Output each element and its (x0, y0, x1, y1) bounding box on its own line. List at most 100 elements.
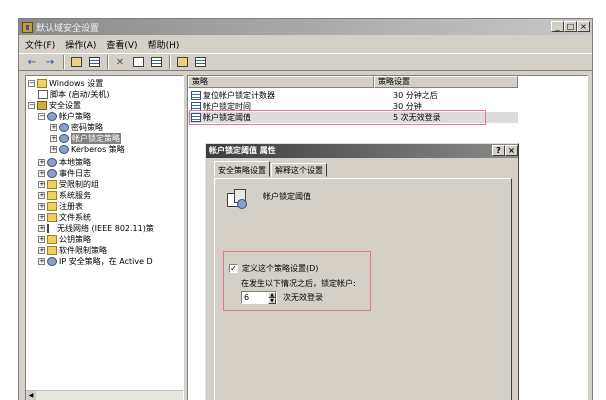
list-item[interactable]: 复位帐户锁定计数器 30 分钟之后 (188, 90, 518, 101)
dialog-help-button[interactable]: ? (492, 145, 505, 156)
policy-icon (47, 158, 57, 167)
expand-icon[interactable]: + (38, 225, 45, 232)
policy-icon (47, 257, 57, 266)
back-button[interactable]: ← (24, 55, 40, 69)
tree-item[interactable]: + 密码策略 (50, 122, 103, 133)
tree-item[interactable]: 脚本 (启动/关机) (38, 89, 109, 100)
menu-action[interactable]: 操作(A) (65, 38, 96, 51)
scroll-left-icon[interactable]: ◀ (26, 391, 36, 400)
toolbar-separator (107, 55, 109, 69)
folder-up-icon (70, 57, 82, 67)
menu-bar: 文件(F) 操作(A) 查看(V) 帮助(H) (19, 36, 592, 52)
view-button[interactable] (192, 55, 208, 69)
collapse-icon[interactable]: − (28, 102, 35, 109)
export-icon (150, 57, 162, 67)
properties-dialog: 帐户锁定阈值 属性 ? × 安全策略设置 解释这个设置 帐户锁定阈值 ✓ 定义这… (205, 143, 519, 400)
properties-button[interactable] (130, 55, 146, 69)
tree-item[interactable]: + 公钥策略 (38, 234, 91, 245)
security-settings-icon (22, 21, 33, 33)
toolbar: ← → ✕ (19, 53, 592, 71)
view-icon (194, 57, 206, 67)
tree-item[interactable]: − 安全设置 (28, 100, 81, 111)
policy-item-icon (191, 91, 201, 100)
expand-icon[interactable]: + (38, 247, 45, 254)
toolbar-separator (63, 55, 65, 69)
tree-item[interactable]: + 文件系统 (38, 212, 91, 223)
window-title: 默认域安全设置 (36, 23, 100, 34)
tree-horizontal-scrollbar[interactable]: ◀ (26, 390, 183, 400)
tree-item[interactable]: + 本地策略 (38, 157, 91, 168)
expand-icon[interactable]: + (50, 146, 57, 153)
folder-icon (37, 79, 47, 88)
expand-icon[interactable]: + (38, 192, 45, 199)
export-list-button[interactable] (148, 55, 164, 69)
folder-icon (47, 246, 57, 255)
close-button[interactable]: × (577, 21, 590, 32)
title-bar[interactable]: 默认域安全设置 _ □ × (19, 19, 592, 35)
expand-icon[interactable]: + (38, 170, 45, 177)
toolbar-separator (169, 55, 171, 69)
column-header-setting[interactable]: 策略设置 (374, 76, 518, 88)
expand-icon[interactable]: + (38, 159, 45, 166)
properties-icon (132, 57, 144, 67)
policy-icon (47, 112, 57, 121)
policy-icon (59, 123, 69, 132)
expand-icon[interactable]: + (38, 258, 45, 265)
tree-item[interactable]: + 注册表 (38, 201, 83, 212)
folder-icon (47, 213, 57, 222)
tree-item[interactable]: + 软件限制策略 (38, 245, 107, 256)
security-icon (37, 101, 47, 110)
folder-icon (47, 191, 57, 200)
tree-item-selected[interactable]: + 帐户锁定策略 (50, 133, 121, 144)
policy-name: 帐户锁定阈值 (263, 192, 311, 201)
highlight-box (189, 110, 486, 125)
tree-item[interactable]: + Kerberos 策略 (50, 144, 125, 155)
folder-icon (47, 202, 57, 211)
expand-icon[interactable]: + (38, 181, 45, 188)
maximize-button[interactable]: □ (564, 21, 577, 32)
forward-button[interactable]: → (42, 55, 58, 69)
tree-item[interactable]: + 事件日志 (38, 168, 91, 179)
policy-icon (47, 169, 57, 178)
menu-view[interactable]: 查看(V) (106, 38, 137, 51)
show-hide-tree-button[interactable] (86, 55, 102, 69)
console-tree-icon (88, 57, 100, 67)
policy-icon (59, 134, 69, 143)
tree-item[interactable]: + IP 安全策略，在 Active D (38, 256, 153, 267)
help-toolbar-button[interactable] (174, 55, 190, 69)
tree-item[interactable]: − 帐户策略 (38, 111, 91, 122)
tab-explain-setting[interactable]: 解释这个设置 (271, 163, 327, 177)
tab-panel: 帐户锁定阈值 ✓ 定义这个策略设置(D) 在发生以下情况之后，锁定帐户: ▲ ▼… (214, 178, 512, 400)
expand-icon[interactable]: + (50, 135, 57, 142)
menu-file[interactable]: 文件(F) (25, 38, 55, 51)
tree-item[interactable]: + 受限制的组 (38, 179, 99, 190)
policy-icon (59, 145, 69, 154)
folder-icon (47, 235, 57, 244)
dialog-close-button[interactable]: × (505, 145, 518, 156)
antenna-icon (47, 224, 55, 233)
policy-settings-icon (227, 189, 249, 211)
expand-icon[interactable]: + (50, 124, 57, 131)
dialog-tabs: 安全策略设置 解释这个设置 (214, 161, 328, 178)
tab-security-policy-setting[interactable]: 安全策略设置 (214, 161, 270, 177)
up-level-button[interactable] (68, 55, 84, 69)
minimize-button[interactable]: _ (551, 21, 564, 32)
delete-button[interactable]: ✕ (112, 55, 128, 69)
tree-item[interactable]: + 无线网络 (IEEE 802.11)策 (38, 223, 154, 234)
script-icon (38, 90, 48, 99)
dialog-title-bar[interactable]: 帐户锁定阈值 属性 ? × (206, 144, 518, 158)
expand-icon[interactable]: + (38, 203, 45, 210)
expand-icon[interactable]: + (38, 236, 45, 243)
folder-icon (47, 180, 57, 189)
collapse-icon[interactable]: − (28, 80, 35, 87)
console-tree[interactable]: − Windows 设置 脚本 (启动/关机) − 安全设置 − 帐户策略 + 密码策略… (25, 75, 184, 400)
expand-icon[interactable]: + (38, 214, 45, 221)
highlight-box (223, 251, 371, 311)
tree-item[interactable]: + 系统服务 (38, 190, 91, 201)
menu-help[interactable]: 帮助(H) (148, 38, 180, 51)
tree-item[interactable]: − Windows 设置 (28, 78, 103, 89)
collapse-icon[interactable]: − (38, 113, 45, 120)
help-icon (176, 57, 188, 67)
dialog-title: 帐户锁定阈值 属性 (209, 146, 276, 155)
column-header-policy[interactable]: 策略 (188, 76, 374, 88)
